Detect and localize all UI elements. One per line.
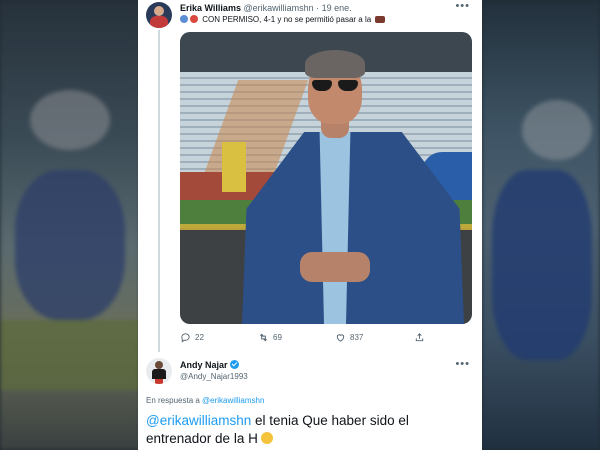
reply-author-handle[interactable]: @Andy_Najar1993: [180, 372, 248, 381]
blurred-background-left: [0, 0, 140, 450]
tweet-text-content: CON PERMISO, 4-1 y no se permitió pasar …: [202, 15, 372, 24]
sports-emoji: [190, 15, 198, 23]
train-emoji: [375, 16, 386, 23]
author-name[interactable]: Erika Williams: [180, 3, 241, 13]
tweet-actions: 22 69 837: [180, 332, 430, 346]
retweet-icon: [259, 333, 268, 342]
mention-link[interactable]: @erikawilliamshn: [146, 413, 251, 428]
verified-badge-icon: [229, 360, 239, 369]
reply-text: @erikawilliamshn el tenia Que haber sido…: [146, 412, 476, 448]
blur-blob: [30, 90, 110, 150]
blue-circle-emoji: [180, 15, 188, 23]
in-reply-to: En respuesta a @erikawilliamshn: [146, 396, 264, 405]
reply-count: 22: [195, 333, 204, 342]
blur-blob: [522, 100, 592, 160]
avatar-body: [152, 369, 166, 379]
blur-blob: [15, 170, 125, 320]
in-reply-handle-link[interactable]: @erikawilliamshn: [202, 396, 264, 405]
reply-author-avatar[interactable]: [146, 358, 172, 384]
avatar-body: [150, 16, 168, 28]
reply-action[interactable]: 22: [180, 332, 204, 343]
retweet-count: 69: [273, 333, 282, 342]
more-dots-icon[interactable]: •••: [455, 358, 470, 370]
tweet-text: CON PERMISO, 4-1 y no se permitió pasar …: [180, 15, 386, 24]
avatar-legs: [155, 379, 163, 384]
blurred-background-right: [482, 0, 600, 450]
man-hair: [305, 50, 365, 78]
like-count: 837: [350, 333, 364, 342]
in-reply-prefix: En respuesta a: [146, 396, 200, 405]
retweet-action[interactable]: 69: [258, 332, 282, 343]
thread-line: [158, 30, 160, 352]
avatar-head: [154, 6, 164, 16]
tweet-date[interactable]: · 19 ene.: [316, 3, 352, 13]
share-icon: [415, 333, 424, 342]
reply-header: Andy Najar: [180, 360, 239, 370]
more-dots-icon[interactable]: •••: [455, 0, 470, 12]
share-action[interactable]: [414, 332, 425, 343]
reply-icon: [181, 333, 190, 343]
tweet-card: Erika Williams @erikawilliamshn · 19 ene…: [138, 0, 482, 450]
like-action[interactable]: 837: [335, 332, 363, 343]
reply-author-name[interactable]: Andy Najar: [180, 360, 228, 370]
author-avatar[interactable]: [146, 2, 172, 28]
shushing-face-emoji: [260, 432, 273, 444]
author-handle[interactable]: @erikawilliamshn: [243, 3, 313, 13]
sunglasses: [312, 80, 358, 92]
avatar-head: [155, 361, 163, 369]
tweet-header: Erika Williams @erikawilliamshn · 19 ene…: [180, 3, 352, 13]
blur-blob: [0, 320, 140, 390]
tweet-photo[interactable]: [180, 32, 472, 324]
blur-blob: [492, 170, 592, 360]
stadium-fence: [222, 142, 246, 192]
heart-icon: [336, 334, 345, 342]
man-hands: [300, 252, 370, 282]
